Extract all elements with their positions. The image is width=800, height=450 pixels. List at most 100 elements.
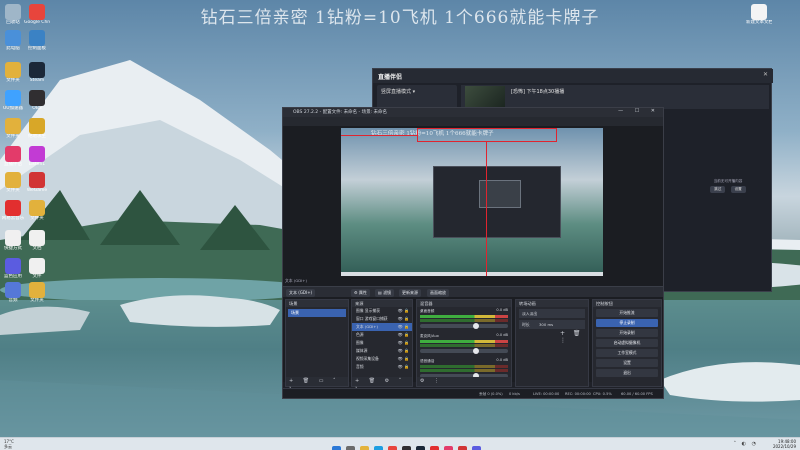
desktop-icon[interactable]: 文档 bbox=[24, 230, 50, 252]
volume-slider[interactable] bbox=[420, 348, 508, 354]
settings-button[interactable]: 设置 bbox=[730, 186, 746, 193]
transition-duration[interactable]: 时长 300 ms bbox=[519, 320, 585, 329]
volume-slider[interactable] bbox=[420, 323, 508, 329]
desktop-icon[interactable]: 绝地求生 bbox=[24, 118, 50, 140]
control-button[interactable]: 设置 bbox=[596, 359, 658, 367]
source-item[interactable]: 媒体源 👁 🔒 bbox=[352, 347, 412, 355]
control-button[interactable]: 开始推流 bbox=[596, 309, 658, 317]
app-icon bbox=[751, 4, 767, 20]
visibility-lock-icons[interactable]: 👁 🔒 bbox=[398, 347, 409, 355]
control-button[interactable]: 停止录制 bbox=[596, 319, 658, 327]
desktop-icon-label: 文件夹 bbox=[6, 188, 20, 193]
app-icon bbox=[29, 258, 45, 274]
transition-type-select[interactable]: 淡入淡出 bbox=[519, 309, 585, 318]
wegame-icon[interactable] bbox=[458, 446, 467, 450]
source-item[interactable]: 音频 👁 🔒 bbox=[352, 363, 412, 371]
source-item[interactable]: 窗口 游戏窗口捕获 👁 🔒 bbox=[352, 315, 412, 323]
control-button[interactable]: 开始录制 bbox=[596, 329, 658, 337]
desktop-icon[interactable]: 文件 bbox=[24, 258, 50, 280]
slider-knob[interactable] bbox=[472, 323, 479, 329]
desktop-icon[interactable]: 音频 bbox=[0, 282, 26, 304]
live-thumbnail[interactable] bbox=[465, 86, 505, 108]
desktop-icon[interactable]: 快捷方式 bbox=[0, 230, 26, 252]
app-icon bbox=[5, 146, 21, 162]
desktop-icon[interactable]: 文件夹 bbox=[0, 118, 26, 140]
obs-window[interactable]: OBS 27.2.2 - 配置文件: 未命名 - 场景: 未命名 — ☐ ✕ 文… bbox=[282, 107, 664, 399]
app-icon bbox=[29, 200, 45, 216]
mixer-dock-toolbar[interactable]: ⚙ ⋮ bbox=[417, 377, 511, 386]
visibility-lock-icons[interactable]: 👁 🔒 bbox=[398, 307, 409, 315]
filters-button[interactable]: ▤ 滤镜 bbox=[375, 289, 395, 297]
obs-preview-canvas[interactable]: 钻石三倍亲密 1钻粉=10飞机 1个666就能卡牌子 bbox=[341, 128, 603, 276]
netease-icon[interactable] bbox=[430, 446, 439, 450]
skip-button[interactable]: 跳过 bbox=[710, 186, 726, 193]
clock[interactable]: 19:48:00 2022/10/29 bbox=[773, 439, 796, 449]
desktop-icon[interactable]: OBS bbox=[24, 90, 50, 112]
desktop-icon[interactable]: UU加速器 bbox=[0, 90, 26, 112]
controls-list: 开始推流停止录制开始录制启动虚拟摄像机 工作室模式设置退出 bbox=[593, 309, 661, 377]
companion-topbar bbox=[373, 69, 773, 83]
edge-icon[interactable] bbox=[374, 446, 383, 450]
source-item-label: 音频 bbox=[356, 364, 364, 369]
control-button[interactable]: 工作室模式 bbox=[596, 349, 658, 357]
scale-button[interactable]: 画面缩放 bbox=[427, 289, 449, 297]
app-icon[interactable] bbox=[472, 446, 481, 450]
control-button[interactable]: 启动虚拟摄像机 bbox=[596, 339, 658, 347]
visibility-lock-icons[interactable]: 👁 🔒 bbox=[398, 323, 409, 331]
visibility-lock-icons[interactable]: 👁 🔒 bbox=[398, 331, 409, 339]
desktop-icon[interactable]: Steam bbox=[24, 62, 50, 84]
desktop-icon[interactable]: 蓝色应用 bbox=[0, 258, 26, 280]
obs-icon[interactable] bbox=[402, 446, 411, 450]
update-source-button[interactable]: 更新来源 bbox=[399, 289, 421, 297]
slider-knob[interactable] bbox=[472, 348, 479, 354]
window-controls[interactable]: — ☐ ✕ bbox=[618, 108, 660, 114]
duration-value[interactable]: 300 ms bbox=[539, 320, 553, 329]
visibility-lock-icons[interactable]: 👁 🔒 bbox=[398, 339, 409, 347]
app-icon bbox=[29, 282, 45, 298]
file-explorer-icon[interactable] bbox=[360, 446, 369, 450]
desktop-icon[interactable]: 文件夹 bbox=[0, 62, 26, 84]
transition-add-remove[interactable]: + 🗑 ⋮ bbox=[560, 330, 588, 344]
desktop-icon[interactable]: Listen1 bbox=[24, 146, 50, 168]
steam-icon[interactable] bbox=[416, 446, 425, 450]
chrome-icon[interactable] bbox=[388, 446, 397, 450]
source-item[interactable]: 图像 👁 🔒 bbox=[352, 339, 412, 347]
source-item[interactable]: 文本 (GDI+) 👁 🔒 bbox=[352, 323, 412, 331]
desktop-icon[interactable]: 文件夹 bbox=[24, 282, 50, 304]
stream-overlay-title: 钻石三倍亲密 1钻粉=10飞机 1个666就能卡牌子 bbox=[200, 8, 600, 28]
source-item-label: 图像 显示捕获 bbox=[356, 308, 380, 313]
desktop-icon[interactable]: 控制面板 bbox=[24, 30, 50, 52]
desktop-icon[interactable]: Google Chrome bbox=[24, 4, 50, 26]
start-icon[interactable] bbox=[332, 446, 341, 450]
scenes-dock-toolbar[interactable]: + 🗑 ▭ ˄ ˅ bbox=[286, 377, 348, 393]
close-icon[interactable]: ✕ bbox=[763, 71, 768, 78]
visibility-lock-icons[interactable]: 👁 🔒 bbox=[398, 315, 409, 323]
controls-dock: 控制按钮 开始推流 停止录制 开始录制 启动虚拟摄像机 工作室模式 设置 退出 bbox=[592, 299, 662, 387]
desktop-icon-label: Google Chrome bbox=[24, 20, 50, 25]
source-item[interactable]: 视频采集设备 👁 🔒 bbox=[352, 355, 412, 363]
sources-dock-toolbar[interactable]: + 🗑 ⚙ ˄ ˅ bbox=[352, 377, 412, 393]
desktop-icon[interactable]: 网易云音乐 bbox=[0, 200, 26, 222]
desktop-icon[interactable]: WeGame bbox=[24, 172, 50, 194]
live-mode-dropdown[interactable]: 竖屏直播模式 ▾ bbox=[381, 88, 415, 95]
visibility-lock-icons[interactable]: 👁 🔒 bbox=[398, 363, 409, 371]
properties-button[interactable]: ⚙ 属性 bbox=[351, 289, 370, 297]
desktop-icon[interactable]: 文件夹 bbox=[0, 172, 26, 194]
desktop-icon[interactable]: 新建文本文档 bbox=[746, 4, 772, 26]
source-item[interactable]: 色源 👁 🔒 bbox=[352, 331, 412, 339]
obs-title: OBS 27.2.2 - 配置文件: 未命名 - 场景: 未命名 bbox=[293, 110, 388, 115]
scene-item[interactable]: 场景 bbox=[288, 309, 346, 317]
selection-box[interactable] bbox=[417, 128, 557, 142]
desktop-icon[interactable]: 此电脑 bbox=[0, 30, 26, 52]
companion-icon[interactable] bbox=[444, 446, 453, 450]
source-item[interactable]: 图像 显示捕获 👁 🔒 bbox=[352, 307, 412, 315]
control-button[interactable]: 退出 bbox=[596, 369, 658, 377]
selection-guide-horizontal bbox=[341, 135, 417, 136]
weather-widget[interactable]: 17°C 多云 bbox=[4, 439, 14, 449]
desktop-icon[interactable]: 直播伴侣 bbox=[0, 146, 26, 168]
search-icon[interactable] bbox=[346, 446, 355, 450]
visibility-lock-icons[interactable]: 👁 🔒 bbox=[398, 355, 409, 363]
desktop-icon[interactable]: 文件夹 bbox=[24, 200, 50, 222]
system-tray[interactable]: ˄ ◐ ◔ bbox=[734, 441, 758, 447]
desktop-icon[interactable]: 回收站 bbox=[0, 4, 26, 26]
